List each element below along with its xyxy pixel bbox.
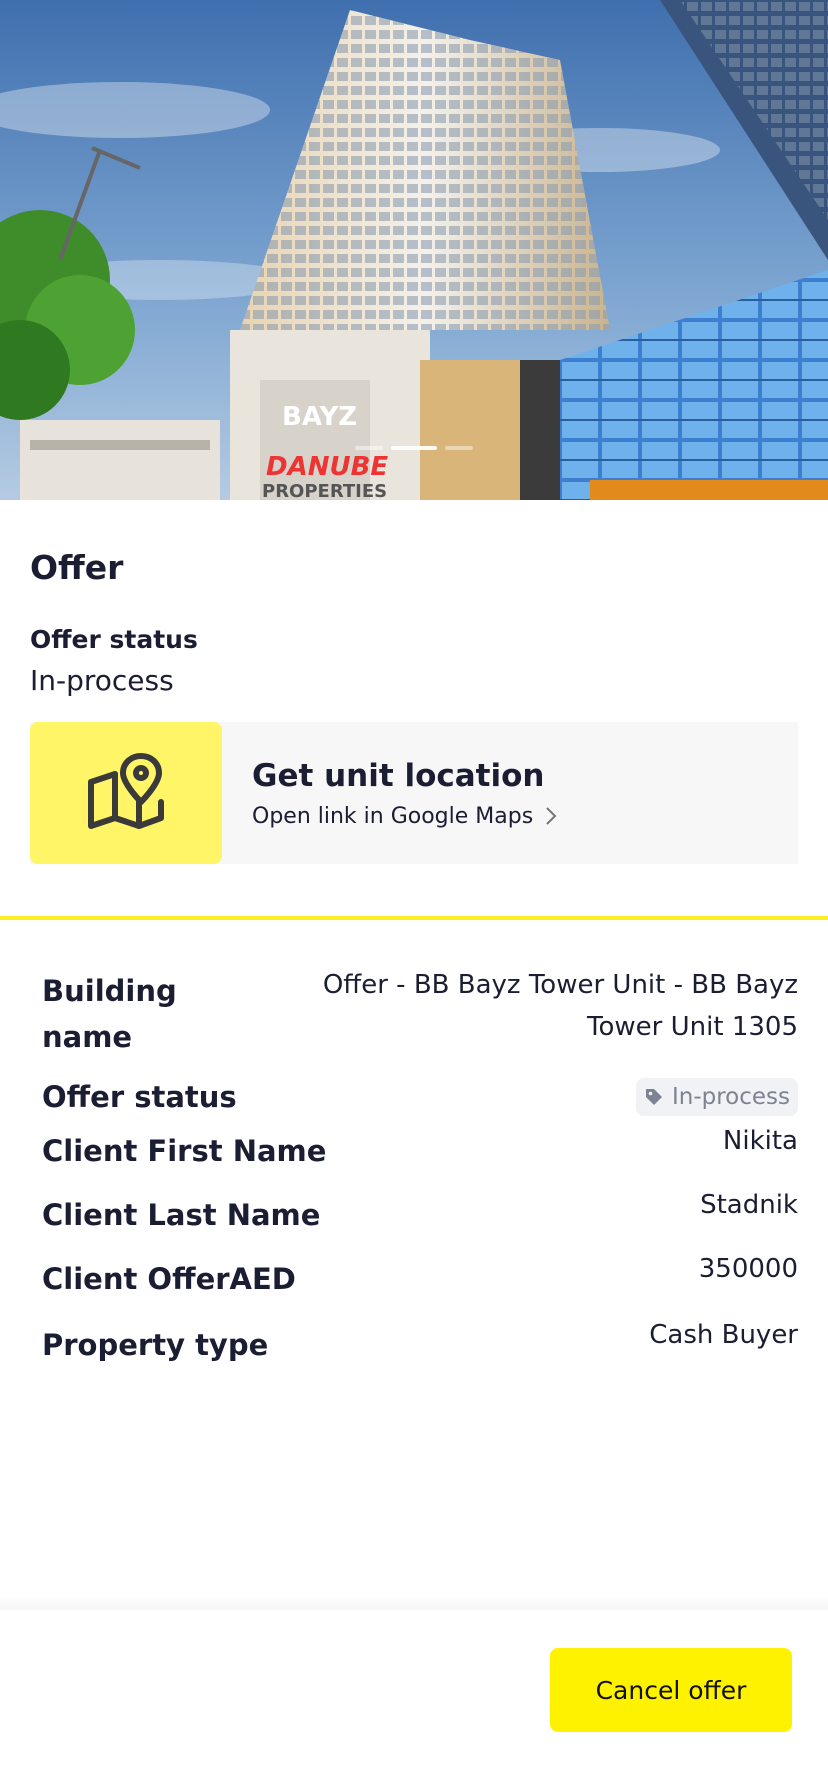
- detail-row-first-name: Client First Name Nikita: [42, 1126, 798, 1192]
- carousel-pager[interactable]: [0, 446, 828, 450]
- open-maps-link[interactable]: Open link in Google Maps: [252, 804, 557, 829]
- status-badge: In-process: [635, 1078, 798, 1116]
- client-last-name-value: Stadnik: [700, 1190, 798, 1220]
- map-pin-icon-box: [30, 722, 222, 864]
- offer-details: Building name Offer - BB Bayz Tower Unit…: [42, 968, 798, 1386]
- offer-status-detail-label: Offer status: [42, 1080, 237, 1114]
- property-type-label: Property type: [42, 1328, 269, 1362]
- building-name-value: Offer - BB Bayz Tower Unit - BB Bayz Tow…: [322, 970, 798, 1042]
- detail-row-building: Building name Offer - BB Bayz Tower Unit…: [42, 968, 798, 1078]
- offer-status-label: Offer status: [30, 625, 198, 654]
- property-type-value: Cash Buyer: [649, 1320, 798, 1350]
- section-divider: [0, 916, 828, 920]
- tag-icon: [645, 1089, 662, 1105]
- pager-dot[interactable]: [355, 446, 383, 450]
- open-maps-label: Open link in Google Maps: [252, 803, 534, 829]
- pager-dot[interactable]: [445, 446, 473, 450]
- building-photo: BAYZ DANUBE PROPERTIES: [0, 0, 828, 500]
- offer-title: Offer: [30, 548, 124, 587]
- hero-image[interactable]: BAYZ DANUBE PROPERTIES: [0, 0, 828, 500]
- svg-text:DANUBE: DANUBE: [266, 452, 388, 482]
- cancel-offer-button[interactable]: Cancel offer: [550, 1648, 792, 1732]
- status-badge-label: In-process: [671, 1084, 790, 1110]
- client-last-name-label: Client Last Name: [42, 1198, 321, 1232]
- client-first-name-label: Client First Name: [42, 1134, 327, 1168]
- building-name-label: Building name: [42, 974, 177, 1054]
- detail-row-last-name: Client Last Name Stadnik: [42, 1190, 798, 1256]
- detail-row-client-offer: Client OfferAED 350000: [42, 1254, 798, 1322]
- client-first-name-value: Nikita: [722, 1126, 798, 1156]
- svg-text:BAYZ: BAYZ: [282, 402, 357, 432]
- offer-status-value: In-process: [30, 664, 174, 697]
- detail-row-property-type: Property type Cash Buyer: [42, 1320, 798, 1386]
- chevron-right-icon: [545, 806, 557, 826]
- detail-row-status: Offer status In-process: [42, 1066, 798, 1128]
- client-offer-label: Client OfferAED: [42, 1262, 296, 1296]
- client-offer-value: 350000: [698, 1254, 798, 1284]
- map-pin-icon: [88, 753, 164, 829]
- svg-text:PROPERTIES: PROPERTIES: [262, 481, 387, 500]
- get-location-card[interactable]: Get unit location Open link in Google Ma…: [30, 722, 798, 864]
- pager-dot-active[interactable]: [391, 446, 437, 450]
- location-title: Get unit location: [252, 757, 545, 794]
